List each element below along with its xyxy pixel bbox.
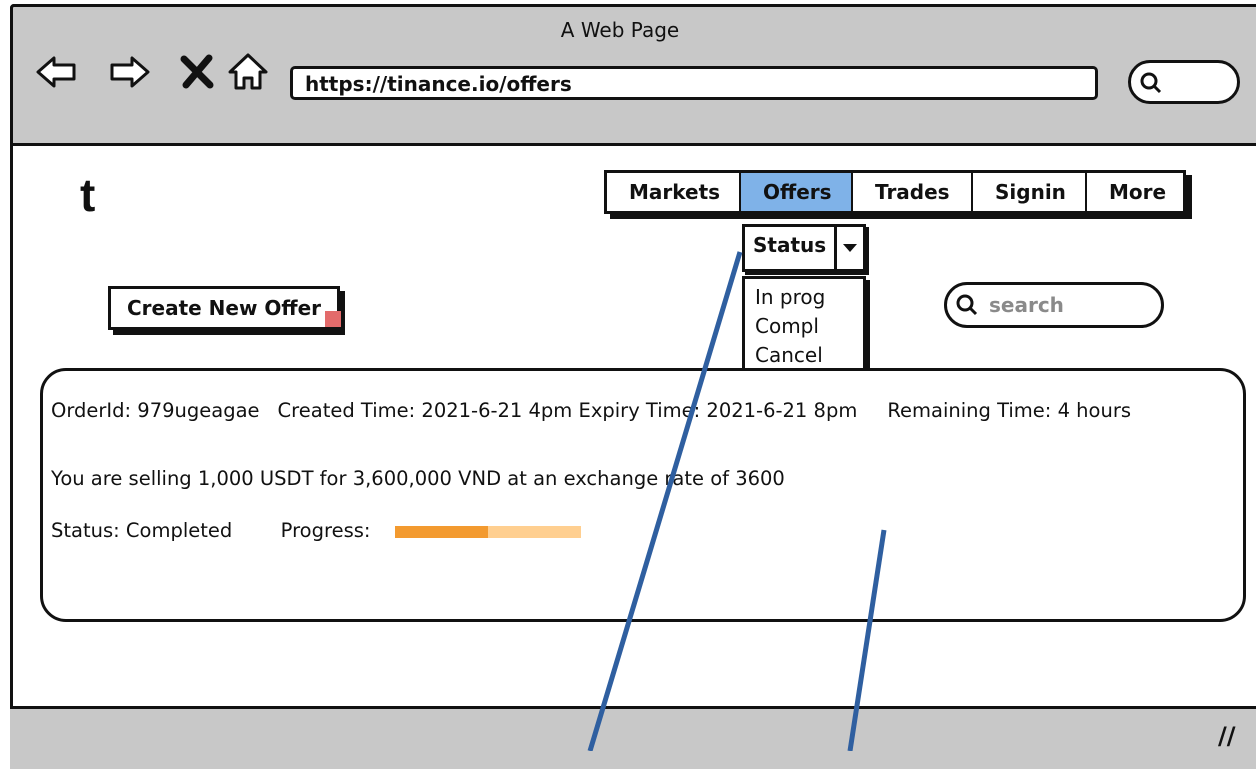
annotation-lines (587, 251, 887, 751)
annotation-line-dropdown (587, 251, 743, 751)
annotation-line-card (847, 529, 887, 751)
